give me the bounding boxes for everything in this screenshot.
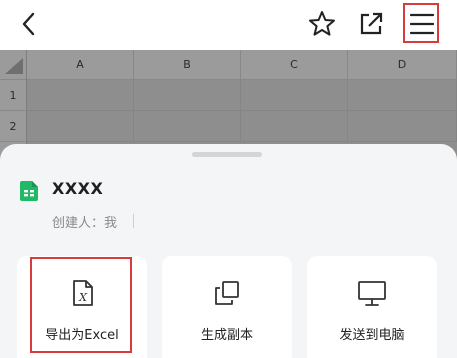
column-header[interactable]: B [134, 50, 241, 80]
grid-cell[interactable] [348, 111, 457, 142]
make-copy-button[interactable]: 生成副本 [162, 256, 292, 358]
select-all-corner[interactable] [0, 50, 27, 80]
top-bar [0, 0, 457, 50]
corner-triangle-icon [5, 58, 23, 74]
star-outline-icon [309, 11, 335, 36]
back-button[interactable] [14, 9, 44, 39]
hamburger-menu-icon [410, 13, 434, 35]
column-header[interactable]: D [348, 50, 457, 80]
spreadsheet-file-icon [20, 181, 38, 201]
column-header-row: A B C D [0, 50, 457, 80]
favorite-button[interactable] [306, 8, 338, 40]
monitor-icon [358, 281, 386, 306]
row-header[interactable]: 1 [0, 80, 27, 111]
open-external-icon [360, 12, 383, 35]
grid-cell[interactable] [241, 80, 348, 111]
action-label: 发送到电脑 [339, 328, 405, 343]
divider [133, 214, 134, 228]
file-name: XXXX [52, 179, 104, 198]
grid-cell[interactable] [134, 111, 241, 142]
highlight-box [30, 257, 132, 353]
grid-cell[interactable] [241, 111, 348, 142]
grid-cell[interactable] [27, 80, 134, 111]
more-menu-button[interactable] [403, 3, 439, 43]
column-header[interactable]: A [27, 50, 134, 80]
grid-cell[interactable] [134, 80, 241, 111]
row-header[interactable]: 2 [0, 111, 27, 142]
column-header[interactable]: C [241, 50, 348, 80]
open-external-button[interactable] [356, 9, 386, 39]
action-label: 生成副本 [200, 328, 253, 343]
send-to-computer-button[interactable]: 发送到电脑 [307, 256, 437, 358]
grid-cell[interactable] [348, 80, 457, 111]
creator-info: 创建人：我 [52, 216, 118, 231]
drag-handle[interactable] [192, 152, 262, 157]
copy-icon [215, 281, 239, 305]
chevron-left-icon [22, 12, 35, 36]
grid-cell[interactable] [27, 111, 134, 142]
